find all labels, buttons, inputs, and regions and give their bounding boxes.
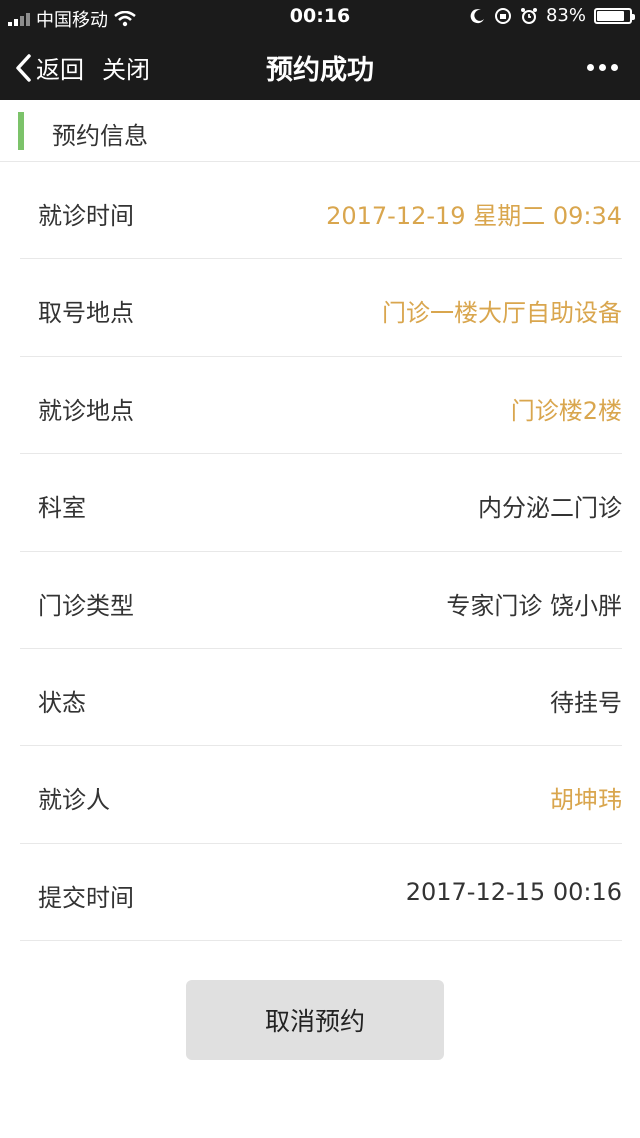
row-value: 2017-12-19 星期二 09:34 (326, 202, 622, 230)
row-label: 提交时间 (38, 883, 134, 912)
status-right: 83% (470, 5, 635, 26)
info-row-department: 科室 内分泌二门诊 (20, 454, 622, 552)
section-header: 预约信息 (0, 100, 640, 162)
nav-bar: 返回 关闭 预约成功 (0, 34, 640, 100)
row-value: 专家门诊 饶小胖 (446, 591, 622, 620)
alarm-icon (520, 7, 537, 24)
appointment-info-list: 就诊时间 2017-12-19 星期二 09:34 取号地点 门诊一楼大厅自助设… (0, 162, 640, 942)
battery-percent: 83% (545, 5, 586, 26)
row-label: 就诊人 (38, 786, 110, 815)
info-row-submit-time: 提交时间 2017-12-15 00:16 (20, 844, 622, 942)
row-label: 门诊类型 (38, 591, 134, 620)
battery-icon (594, 7, 635, 24)
cancel-appointment-button[interactable]: 取消预约 (186, 980, 444, 1060)
moon-icon (470, 8, 484, 23)
row-label: 就诊地点 (38, 396, 134, 425)
more-menu-icon[interactable] (587, 64, 618, 71)
status-bar: 中国移动 00:16 83% (0, 0, 640, 34)
row-label: 科室 (38, 494, 86, 523)
battery-fill (597, 10, 624, 21)
info-row-visit-location: 就诊地点 门诊楼2楼 (20, 357, 622, 455)
row-value: 待挂号 (550, 688, 622, 717)
info-row-visit-time: 就诊时间 2017-12-19 星期二 09:34 (20, 162, 622, 260)
row-label: 就诊时间 (38, 202, 134, 230)
section-title: 预约信息 (52, 122, 148, 150)
info-row-clinic-type: 门诊类型 专家门诊 饶小胖 (20, 552, 622, 649)
row-value: 门诊楼2楼 (510, 396, 622, 425)
info-row-status: 状态 待挂号 (20, 649, 622, 747)
section-accent-bar (18, 112, 24, 150)
info-row-ticket-location: 取号地点 门诊一楼大厅自助设备 (20, 259, 622, 357)
row-value: 胡坤玮 (550, 786, 622, 815)
info-row-patient: 就诊人 胡坤玮 (20, 746, 622, 844)
page-title: 预约成功 (266, 55, 374, 86)
row-label: 取号地点 (38, 299, 134, 328)
row-value: 门诊一楼大厅自助设备 (382, 299, 622, 328)
orientation-lock-icon (494, 7, 511, 24)
row-value: 2017-12-15 00:16 (405, 877, 622, 906)
row-label: 状态 (38, 688, 86, 717)
row-value: 内分泌二门诊 (478, 494, 622, 523)
